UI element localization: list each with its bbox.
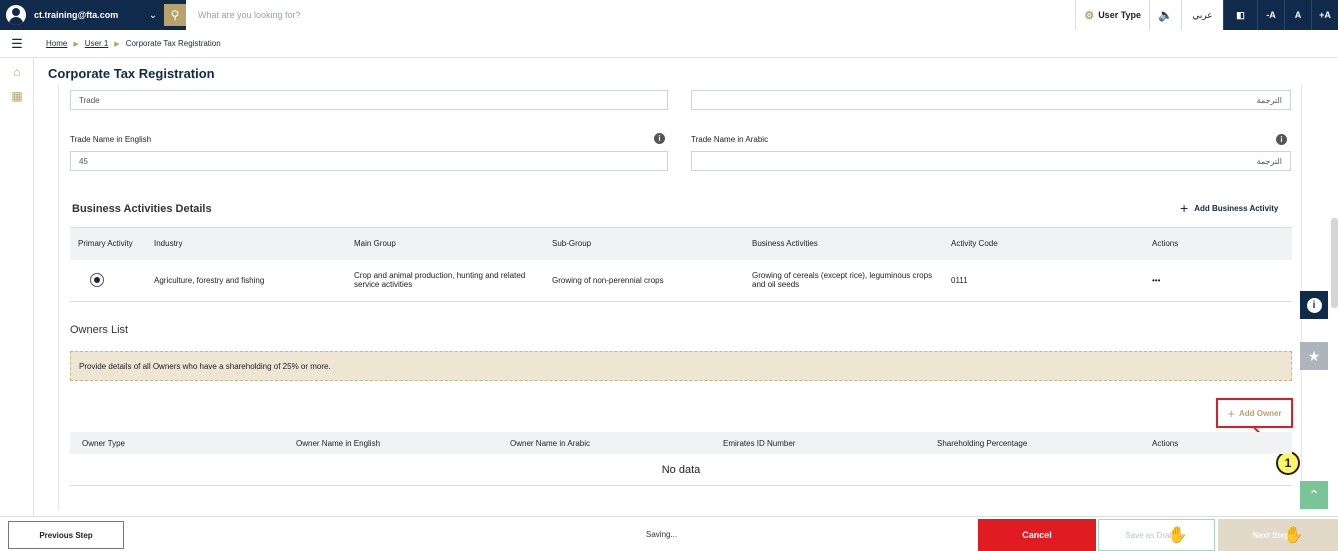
trade-name-english-label: Trade Name in English <box>70 135 152 144</box>
column-header: Business Activities <box>744 227 943 260</box>
business-activities-cell: Growing of cereals (except rice), legumi… <box>744 259 943 302</box>
business-activities-title: Business Activities Details <box>72 203 212 215</box>
breadcrumb: Home ▶ User 1 ▶ Corporate Tax Registration <box>46 39 221 48</box>
page-title: Corporate Tax Registration <box>48 66 215 81</box>
next-step-button[interactable]: Next Step ✋ <box>1218 519 1338 551</box>
language-toggle[interactable]: عربي <box>1181 0 1223 30</box>
column-header: Emirates ID Number <box>723 438 796 448</box>
business-activities-table: Primary Activity Industry Main Group Sub… <box>70 227 1292 302</box>
column-header: Owner Name in English <box>296 438 381 448</box>
trade-name-english-input[interactable]: 45 <box>70 151 668 171</box>
top-bar: ct.training@fta.com ⌄ ⚲ What are you loo… <box>0 0 1338 30</box>
font-normal-button[interactable]: A <box>1284 0 1311 30</box>
trade-field[interactable]: Trade <box>70 90 668 110</box>
chevron-down-icon[interactable]: ⌄ <box>144 10 162 21</box>
saving-status: Saving... <box>646 530 678 539</box>
column-header: Actions <box>1152 438 1179 448</box>
plus-icon: + <box>1227 405 1235 421</box>
breadcrumb-current: Corporate Tax Registration <box>125 39 221 48</box>
cancel-button[interactable]: Cancel <box>978 519 1096 551</box>
breadcrumb-arrow-icon: ▶ <box>114 41 120 48</box>
menu-icon[interactable]: ☰ <box>0 36 34 52</box>
scroll-top-icon[interactable]: ⌃ <box>1300 481 1328 509</box>
add-owner-label: Add Owner <box>1238 408 1282 418</box>
previous-step-button[interactable]: Previous Step <box>8 521 124 549</box>
user-email[interactable]: ct.training@fta.com <box>34 10 144 20</box>
primary-activity-radio[interactable] <box>90 273 104 288</box>
save-draft-label: Save as Draft <box>1125 530 1174 540</box>
top-right-tools: ⚙ User Type 🔈 عربي ◧ -A A +A <box>1022 0 1338 30</box>
contrast-icon[interactable]: ◧ <box>1223 0 1257 30</box>
add-business-activity-label: Add Business Activity <box>1194 203 1279 213</box>
column-header: Primary Activity <box>70 227 146 260</box>
industry-cell: Agriculture, forestry and fishing <box>146 259 346 302</box>
home-icon[interactable]: ⌂ <box>0 62 34 82</box>
info-icon[interactable]: i <box>654 133 665 144</box>
sub-group-cell: Growing of non-perennial crops <box>544 259 744 302</box>
column-header: Activity Code <box>943 227 1144 260</box>
save-draft-button[interactable]: Save as Draft ✋ <box>1098 519 1215 551</box>
info-icon[interactable]: i <box>1276 134 1287 145</box>
trade-arabic-field[interactable]: الترجمة <box>691 90 1291 110</box>
info-icon: i <box>1306 297 1322 313</box>
column-header: Main Group <box>346 227 544 260</box>
owners-list-title: Owners List <box>70 324 129 336</box>
add-business-activity-button[interactable]: + Add Business Activity <box>1180 200 1278 216</box>
owners-table-header: Owner Type Owner Name in English Owner N… <box>70 432 1292 454</box>
user-avatar-icon[interactable] <box>6 5 26 25</box>
scrollbar[interactable] <box>1331 218 1338 308</box>
font-decrease-button[interactable]: -A <box>1257 0 1284 30</box>
speaker-icon[interactable]: 🔈 <box>1149 0 1181 30</box>
row-actions-menu[interactable]: ••• <box>1144 259 1292 302</box>
font-increase-button[interactable]: +A <box>1311 0 1338 30</box>
user-type-button[interactable]: ⚙ User Type <box>1075 0 1149 30</box>
star-icon[interactable]: ★ <box>1300 342 1328 370</box>
activity-code-cell: 0111 <box>943 259 1144 302</box>
hand-pointer-icon: ✋ <box>1167 527 1188 544</box>
plus-icon: + <box>1180 200 1189 216</box>
column-header: Industry <box>146 227 346 260</box>
add-owner-button[interactable]: + Add Owner <box>1216 398 1293 428</box>
info-side-button[interactable]: i <box>1300 291 1328 319</box>
column-header: Owner Name in Arabic <box>510 438 591 448</box>
primary-activity-cell <box>70 259 146 302</box>
gear-icon: ⚙ <box>1084 9 1095 22</box>
user-type-label: User Type <box>1098 10 1142 20</box>
trade-name-arabic-input[interactable]: الترجمة <box>691 151 1291 171</box>
footer-bar: Previous Step Saving... Cancel Save as D… <box>0 516 1338 551</box>
breadcrumb-home[interactable]: Home <box>46 39 67 48</box>
breadcrumb-bar: ☰ Home ▶ User 1 ▶ Corporate Tax Registration <box>0 30 1338 58</box>
owners-empty-state: No data <box>70 454 1292 486</box>
hand-pointer-icon: ✋ <box>1283 527 1304 544</box>
column-header: Owner Type <box>82 438 125 448</box>
trade-name-arabic-label: Trade Name in Arabic <box>691 135 769 144</box>
search-icon[interactable]: ⚲ <box>164 4 186 26</box>
search-input[interactable]: What are you looking for? <box>186 0 1022 30</box>
column-header: Actions <box>1144 227 1292 260</box>
apps-grid-icon[interactable]: ▦ <box>0 86 34 106</box>
left-rail: ⌂ ▦ <box>0 58 34 516</box>
column-header: Sub-Group <box>544 227 744 260</box>
column-header: Shareholding Percentage <box>937 438 1028 448</box>
breadcrumb-arrow-icon: ▶ <box>73 41 79 48</box>
main-group-cell: Crop and animal production, hunting and … <box>346 259 544 302</box>
breadcrumb-user[interactable]: User 1 <box>85 39 109 48</box>
table-row: Agriculture, forestry and fishing Crop a… <box>70 259 1292 302</box>
owners-notice: Provide details of all Owners who have a… <box>70 351 1292 381</box>
